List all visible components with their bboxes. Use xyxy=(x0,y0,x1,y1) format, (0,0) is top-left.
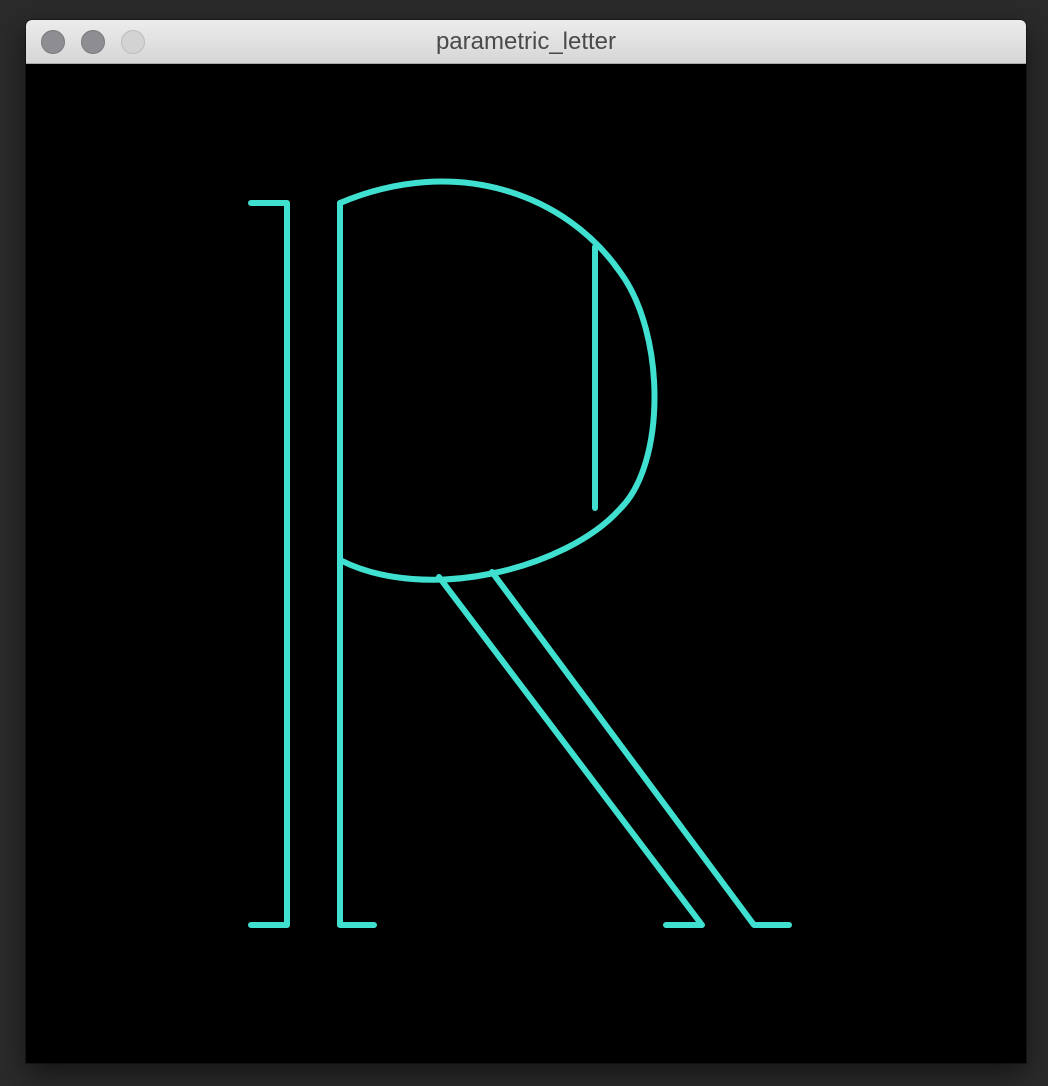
bowl-outer-curve xyxy=(337,178,658,583)
drawing-canvas[interactable] xyxy=(26,64,1026,1063)
letter-r-drawing xyxy=(248,178,792,928)
leg-left-diagonal xyxy=(436,574,705,928)
title-bar[interactable]: parametric_letter xyxy=(26,20,1026,64)
window-title: parametric_letter xyxy=(435,28,617,55)
leg-right-diagonal xyxy=(489,569,792,928)
left-serif-stem xyxy=(248,200,290,928)
app-window: parametric_letter xyxy=(26,20,1026,1063)
